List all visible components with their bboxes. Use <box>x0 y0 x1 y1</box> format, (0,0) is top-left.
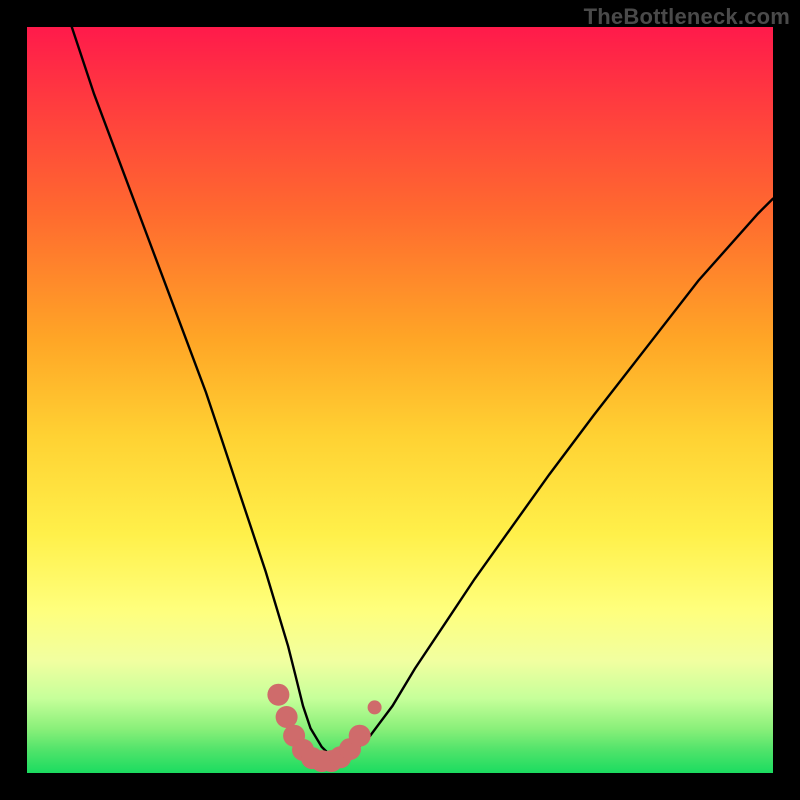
trough-markers <box>267 684 381 772</box>
trough-marker <box>349 725 371 747</box>
plot-area <box>27 27 773 773</box>
trough-marker <box>276 706 298 728</box>
bottleneck-curve <box>72 27 773 758</box>
watermark-text: TheBottleneck.com <box>584 4 790 30</box>
chart-svg <box>27 27 773 773</box>
trough-marker <box>368 700 382 714</box>
chart-frame: TheBottleneck.com <box>0 0 800 800</box>
trough-marker <box>267 684 289 706</box>
